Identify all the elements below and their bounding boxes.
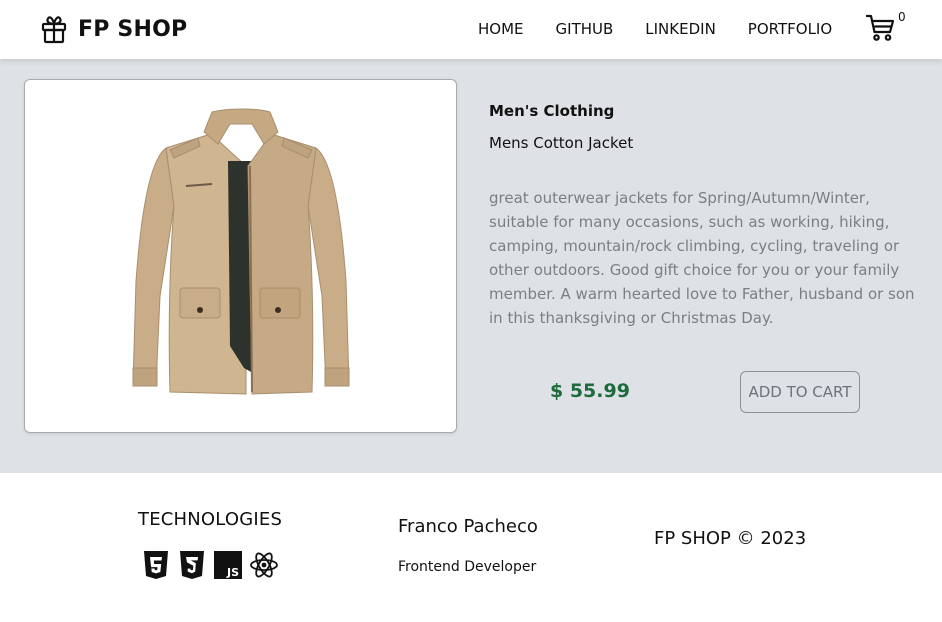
nav-linkedin-link[interactable]: LINKEDIN [645, 20, 716, 38]
brand-link[interactable]: FP SHOP [40, 14, 187, 44]
react-icon [250, 550, 286, 580]
nav-links: HOME GITHUB LINKEDIN PORTFOLIO [478, 20, 832, 38]
svg-text:JS: JS [226, 566, 239, 579]
technologies-title: TECHNOLOGIES [138, 509, 283, 530]
product-title: Mens Cotton Jacket [489, 134, 634, 152]
cart-button[interactable]: 0 [866, 10, 906, 46]
footer: TECHNOLOGIES JS Franco Pacheco Frontend … [0, 473, 942, 622]
javascript-icon: JS [214, 550, 250, 580]
nav-home-link[interactable]: HOME [478, 20, 524, 38]
nav-github-link[interactable]: GITHUB [556, 20, 614, 38]
tech-icons: JS [142, 550, 286, 580]
css3-icon [178, 550, 214, 580]
gift-icon [40, 14, 68, 44]
cart-count: 0 [898, 10, 906, 24]
navbar: FP SHOP HOME GITHUB LINKEDIN PORTFOLIO 0 [0, 0, 942, 59]
product-price: $ 55.99 [550, 380, 630, 402]
add-to-cart-button[interactable]: ADD TO CART [740, 371, 860, 413]
nav-portfolio-link[interactable]: PORTFOLIO [748, 20, 832, 38]
author-role: Frontend Developer [398, 559, 537, 575]
html5-icon [142, 550, 178, 580]
product-description: great outerwear jackets for Spring/Autum… [489, 189, 915, 327]
brand-name: FP SHOP [78, 16, 188, 42]
author-name: Franco Pacheco [398, 516, 538, 537]
copyright: FP SHOP © 2023 [654, 528, 807, 549]
product-category: Men's Clothing [489, 102, 615, 120]
product-image [24, 79, 457, 433]
product-detail: Men's Clothing Mens Cotton Jacket great … [0, 59, 942, 473]
